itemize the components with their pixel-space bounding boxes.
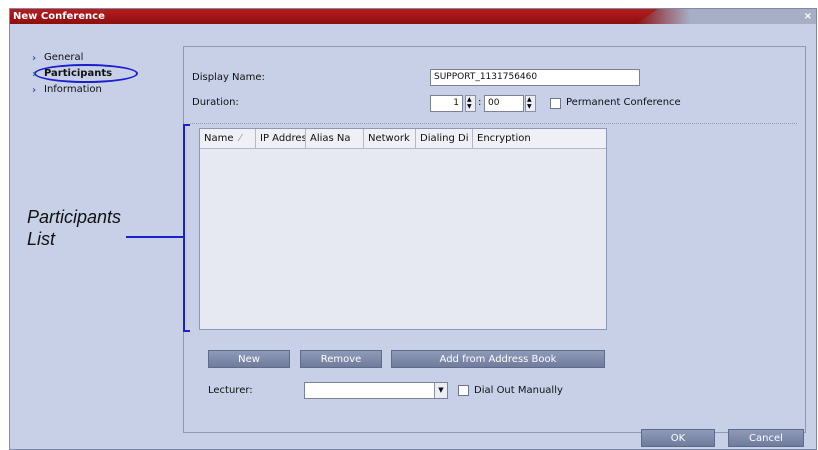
sort-icon: ⁄: [239, 133, 242, 144]
column-header-network[interactable]: Network: [364, 129, 416, 149]
duration-hours-stepper[interactable]: ▲ ▼: [465, 95, 476, 112]
table-header: Name ⁄ IP Addres Alias Na Network Dialing…: [200, 129, 606, 149]
separator: [190, 123, 797, 124]
ok-button[interactable]: OK: [641, 429, 715, 447]
chevron-down-icon[interactable]: ▼: [434, 383, 447, 398]
sidebar-item-participants[interactable]: › Participants: [32, 64, 138, 83]
new-participant-button[interactable]: New: [208, 350, 290, 368]
add-from-address-book-button[interactable]: Add from Address Book: [391, 350, 605, 368]
dial-out-manually-label: Dial Out Manually: [474, 385, 563, 396]
sidebar-nav: › General › Participants › Information: [32, 51, 138, 99]
permanent-conference-checkbox[interactable]: [550, 98, 561, 109]
participants-table[interactable]: Name ⁄ IP Addres Alias Na Network Dialing…: [199, 128, 607, 330]
chevron-right-icon: ›: [32, 69, 37, 80]
highlight-ellipse: [34, 64, 138, 83]
lecturer-select-value: [305, 385, 308, 395]
duration-hours-input[interactable]: 1: [430, 95, 463, 112]
chevron-right-icon: ›: [32, 85, 37, 96]
participants-panel: Display Name: SUPPORT_1131756460 Duratio…: [183, 46, 806, 433]
remove-participant-button[interactable]: Remove: [300, 350, 382, 368]
titlebar-fade: [636, 9, 816, 24]
duration-label: Duration:: [192, 97, 239, 108]
display-name-input[interactable]: SUPPORT_1131756460: [430, 69, 640, 86]
window-titlebar: New Conference ×: [10, 9, 816, 24]
lecturer-label: Lecturer:: [208, 385, 253, 396]
participants-list-callout: Participants List: [27, 206, 121, 250]
permanent-conference-label: Permanent Conference: [566, 97, 681, 108]
cancel-button[interactable]: Cancel: [728, 429, 804, 447]
new-conference-window: New Conference × › General › Participant…: [9, 8, 817, 450]
participants-list-bracket: [183, 124, 190, 332]
column-header-dialing-direction[interactable]: Dialing Di: [416, 129, 473, 149]
sidebar-item-information[interactable]: › Information: [32, 83, 112, 99]
column-header-alias-name[interactable]: Alias Na: [306, 129, 364, 149]
callout-line1: Participants: [27, 207, 122, 227]
column-header-name[interactable]: Name ⁄: [200, 129, 256, 149]
close-icon[interactable]: ×: [804, 9, 812, 24]
column-header-ip-address[interactable]: IP Addres: [256, 129, 306, 149]
sidebar-item-label: General: [44, 52, 84, 63]
duration-minutes-input[interactable]: 00: [484, 95, 524, 112]
duration-separator: :: [478, 97, 482, 108]
dial-out-manually-checkbox[interactable]: [458, 385, 469, 396]
sidebar-item-label: Information: [44, 84, 102, 95]
duration-minutes-stepper[interactable]: ▲ ▼: [525, 95, 536, 112]
callout-line2: List: [27, 229, 56, 249]
chevron-right-icon: ›: [32, 53, 37, 64]
callout-pointer-line: [126, 236, 184, 238]
column-header-encryption[interactable]: Encryption: [473, 129, 606, 149]
lecturer-select[interactable]: ▼: [304, 382, 448, 399]
display-name-label: Display Name:: [192, 72, 265, 83]
window-title: New Conference: [13, 11, 105, 22]
